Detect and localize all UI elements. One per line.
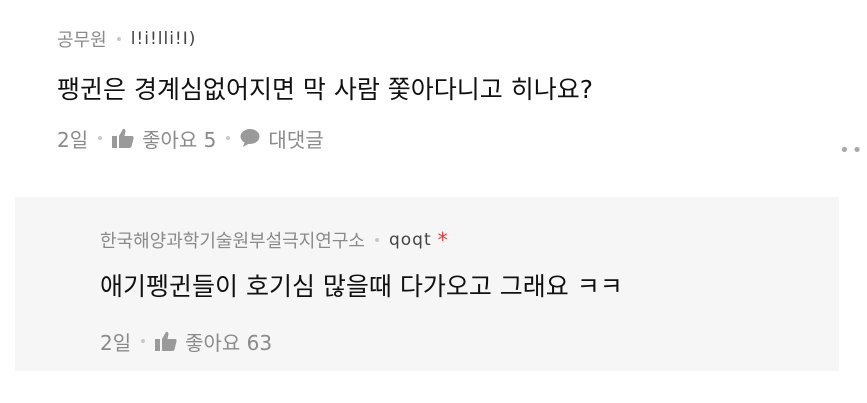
reply-text: 애기펭귄들이 호기심 많을때 다가오고 그래요 ㅋㅋ [100,272,623,301]
reply-like-label: 좋아요 63 [185,330,273,355]
reply-actions: 2일 좋아요 63 [100,321,800,361]
reply-nickname: qoqt [388,230,432,250]
thumbs-up-icon [155,331,177,351]
separator-dot [374,238,379,242]
reply-meta: 한국해양과학기술원부설극지연구소 qoqt * [100,225,800,255]
author-badge: * [437,228,448,252]
reply-label: 대댓글 [268,127,324,152]
comment: 공무원 l!i!lli!I) 팽귄은 경계심없어지면 막 사람 쫓아다니고 히나… [57,22,867,172]
comment-meta: 공무원 l!i!lli!I) [57,22,817,56]
reply-author[interactable]: 한국해양과학기술원부설극지연구소 [100,227,365,253]
more-options-button[interactable]: ••• [839,140,867,161]
comment-time: 2일 [57,127,89,152]
speech-bubble-icon [240,129,260,147]
comment-text: 팽귄은 경계심없어지면 막 사람 쫓아다니고 히나요? [57,75,594,104]
thumbs-up-icon [112,128,134,148]
comment-actions: 2일 좋아요 5 대댓글 [57,118,817,158]
like-label: 좋아요 5 [142,127,217,152]
reply-comment: 한국해양과학기술원부설극지연구소 qoqt * 애기펭귄들이 호기심 많을때 다… [15,197,839,371]
reply-button[interactable]: 대댓글 [240,124,324,153]
separator-dot [98,136,103,140]
separator-dot [226,136,231,140]
reply-time: 2일 [100,330,132,355]
separator-dot [141,339,146,343]
like-button[interactable]: 좋아요 5 [112,124,216,153]
comment-nickname: l!i!lli!I) [130,29,197,49]
comment-author[interactable]: 공무원 [57,26,107,52]
separator-dot [116,37,121,41]
reply-like-button[interactable]: 좋아요 63 [155,327,272,356]
